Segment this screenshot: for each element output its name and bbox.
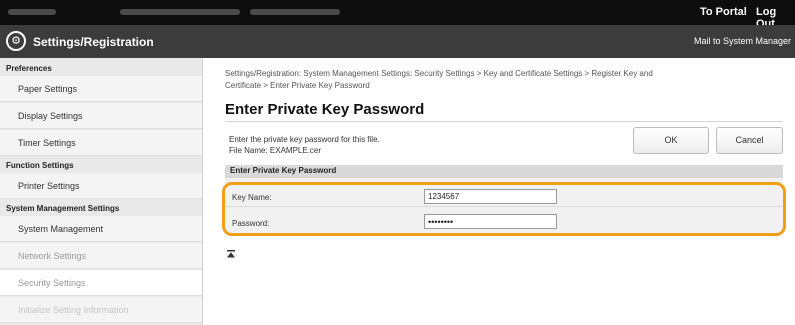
blurred-product-name — [8, 9, 56, 15]
breadcrumb-line-2: Certificate > Enter Private Key Password — [225, 81, 370, 90]
highlight-frame — [222, 182, 786, 236]
sidebar-item-label: Security Settings — [18, 278, 86, 288]
sidebar-item-paper-settings[interactable]: Paper Settings — [0, 76, 202, 102]
blurred-device-info-2 — [250, 9, 340, 15]
breadcrumb: Settings/Registration: System Management… — [225, 68, 783, 92]
ok-button[interactable]: OK — [633, 127, 709, 154]
jump-to-top-icon[interactable] — [226, 250, 236, 258]
sidebar-item-network-settings[interactable]: Network Settings — [0, 243, 202, 269]
sidebar-item-label: System Management — [18, 224, 104, 234]
sidebar-item-printer-settings[interactable]: Printer Settings — [0, 173, 202, 199]
title-divider — [225, 121, 783, 122]
sidebar-item-security-settings[interactable]: Security Settings — [0, 270, 202, 296]
cancel-button[interactable]: Cancel — [716, 127, 783, 154]
sidebar-heading-function-settings: Function Settings — [6, 161, 74, 170]
form-section-header: Enter Private Key Password — [225, 165, 783, 178]
to-portal-link[interactable]: To Portal — [700, 6, 747, 18]
sidebar-item-timer-settings[interactable]: Timer Settings — [0, 130, 202, 156]
top-bar: To Portal Log Out — [0, 0, 795, 30]
sidebar-item-label: Initialize Setting Information — [18, 305, 129, 315]
mail-to-system-manager-link[interactable]: Mail to System Manager — [694, 36, 791, 46]
sidebar: Preferences Paper Settings Display Setti… — [0, 58, 203, 325]
breadcrumb-line-1[interactable]: Settings/Registration: System Management… — [225, 68, 783, 80]
form-section-title: Enter Private Key Password — [230, 166, 337, 175]
app-header: ⚙ Settings/Registration Mail to System M… — [0, 25, 795, 58]
page-title: Enter Private Key Password — [225, 101, 425, 118]
app-title: Settings/Registration — [33, 35, 154, 49]
sidebar-item-system-management[interactable]: System Management — [0, 216, 202, 242]
instructions: Enter the private key password for this … — [229, 134, 380, 156]
file-name-text: File Name: EXAMPLE.cer — [229, 146, 322, 155]
sidebar-item-label: Paper Settings — [18, 84, 78, 94]
sidebar-item-display-settings[interactable]: Display Settings — [0, 103, 202, 129]
sidebar-item-label: Timer Settings — [18, 138, 76, 148]
instruction-text: Enter the private key password for this … — [229, 135, 380, 144]
sidebar-item-label: Printer Settings — [18, 181, 80, 191]
sidebar-heading-system-management-settings: System Management Settings — [6, 204, 120, 213]
sidebar-heading-preferences: Preferences — [6, 64, 52, 73]
blurred-device-info — [120, 9, 240, 15]
sidebar-item-initialize-setting-information[interactable]: Initialize Setting Information — [0, 297, 202, 323]
sidebar-item-label: Display Settings — [18, 111, 83, 121]
settings-gear-icon: ⚙ — [6, 31, 26, 51]
sidebar-item-label: Network Settings — [18, 251, 87, 261]
